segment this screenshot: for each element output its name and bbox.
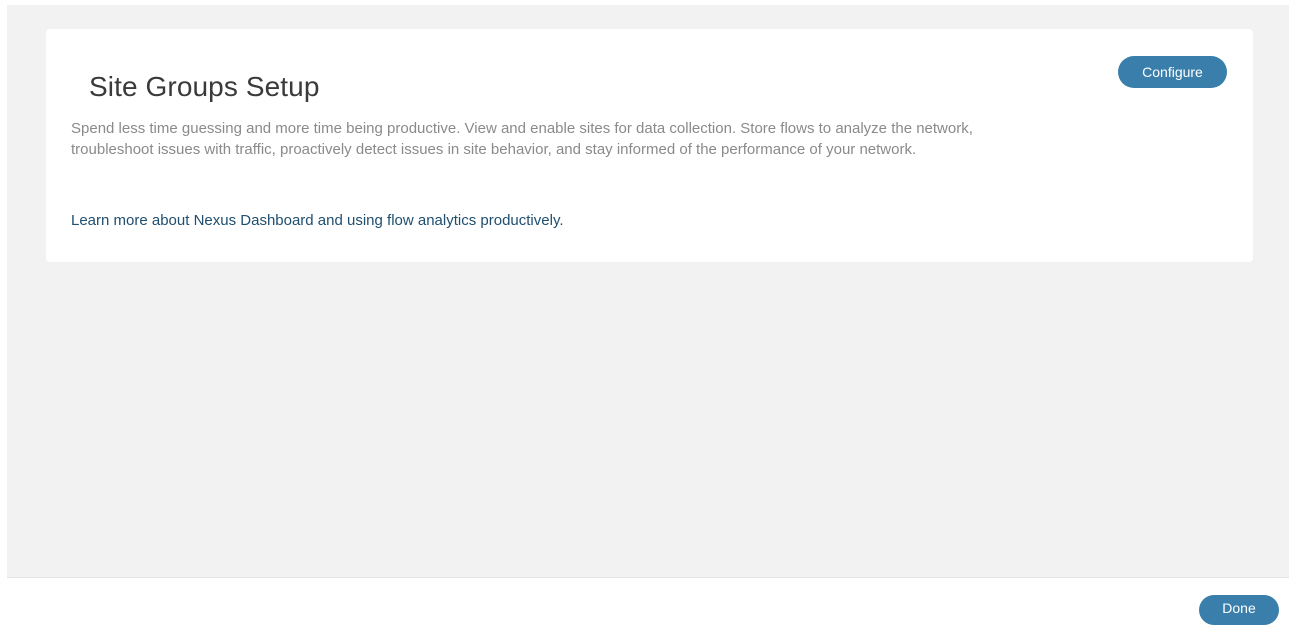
- main-content-area: Site Groups Setup Spend less time guessi…: [7, 5, 1289, 577]
- card-title: Site Groups Setup: [89, 71, 320, 102]
- done-button[interactable]: Done: [1199, 595, 1279, 625]
- card-description: Spend less time guessing and more time b…: [71, 120, 973, 158]
- learn-more-link[interactable]: Learn more about Nexus Dashboard and usi…: [71, 212, 564, 229]
- footer-divider: [7, 577, 1289, 578]
- configure-button[interactable]: Configure: [1118, 56, 1227, 88]
- site-groups-setup-card: Site Groups Setup Spend less time guessi…: [46, 29, 1253, 262]
